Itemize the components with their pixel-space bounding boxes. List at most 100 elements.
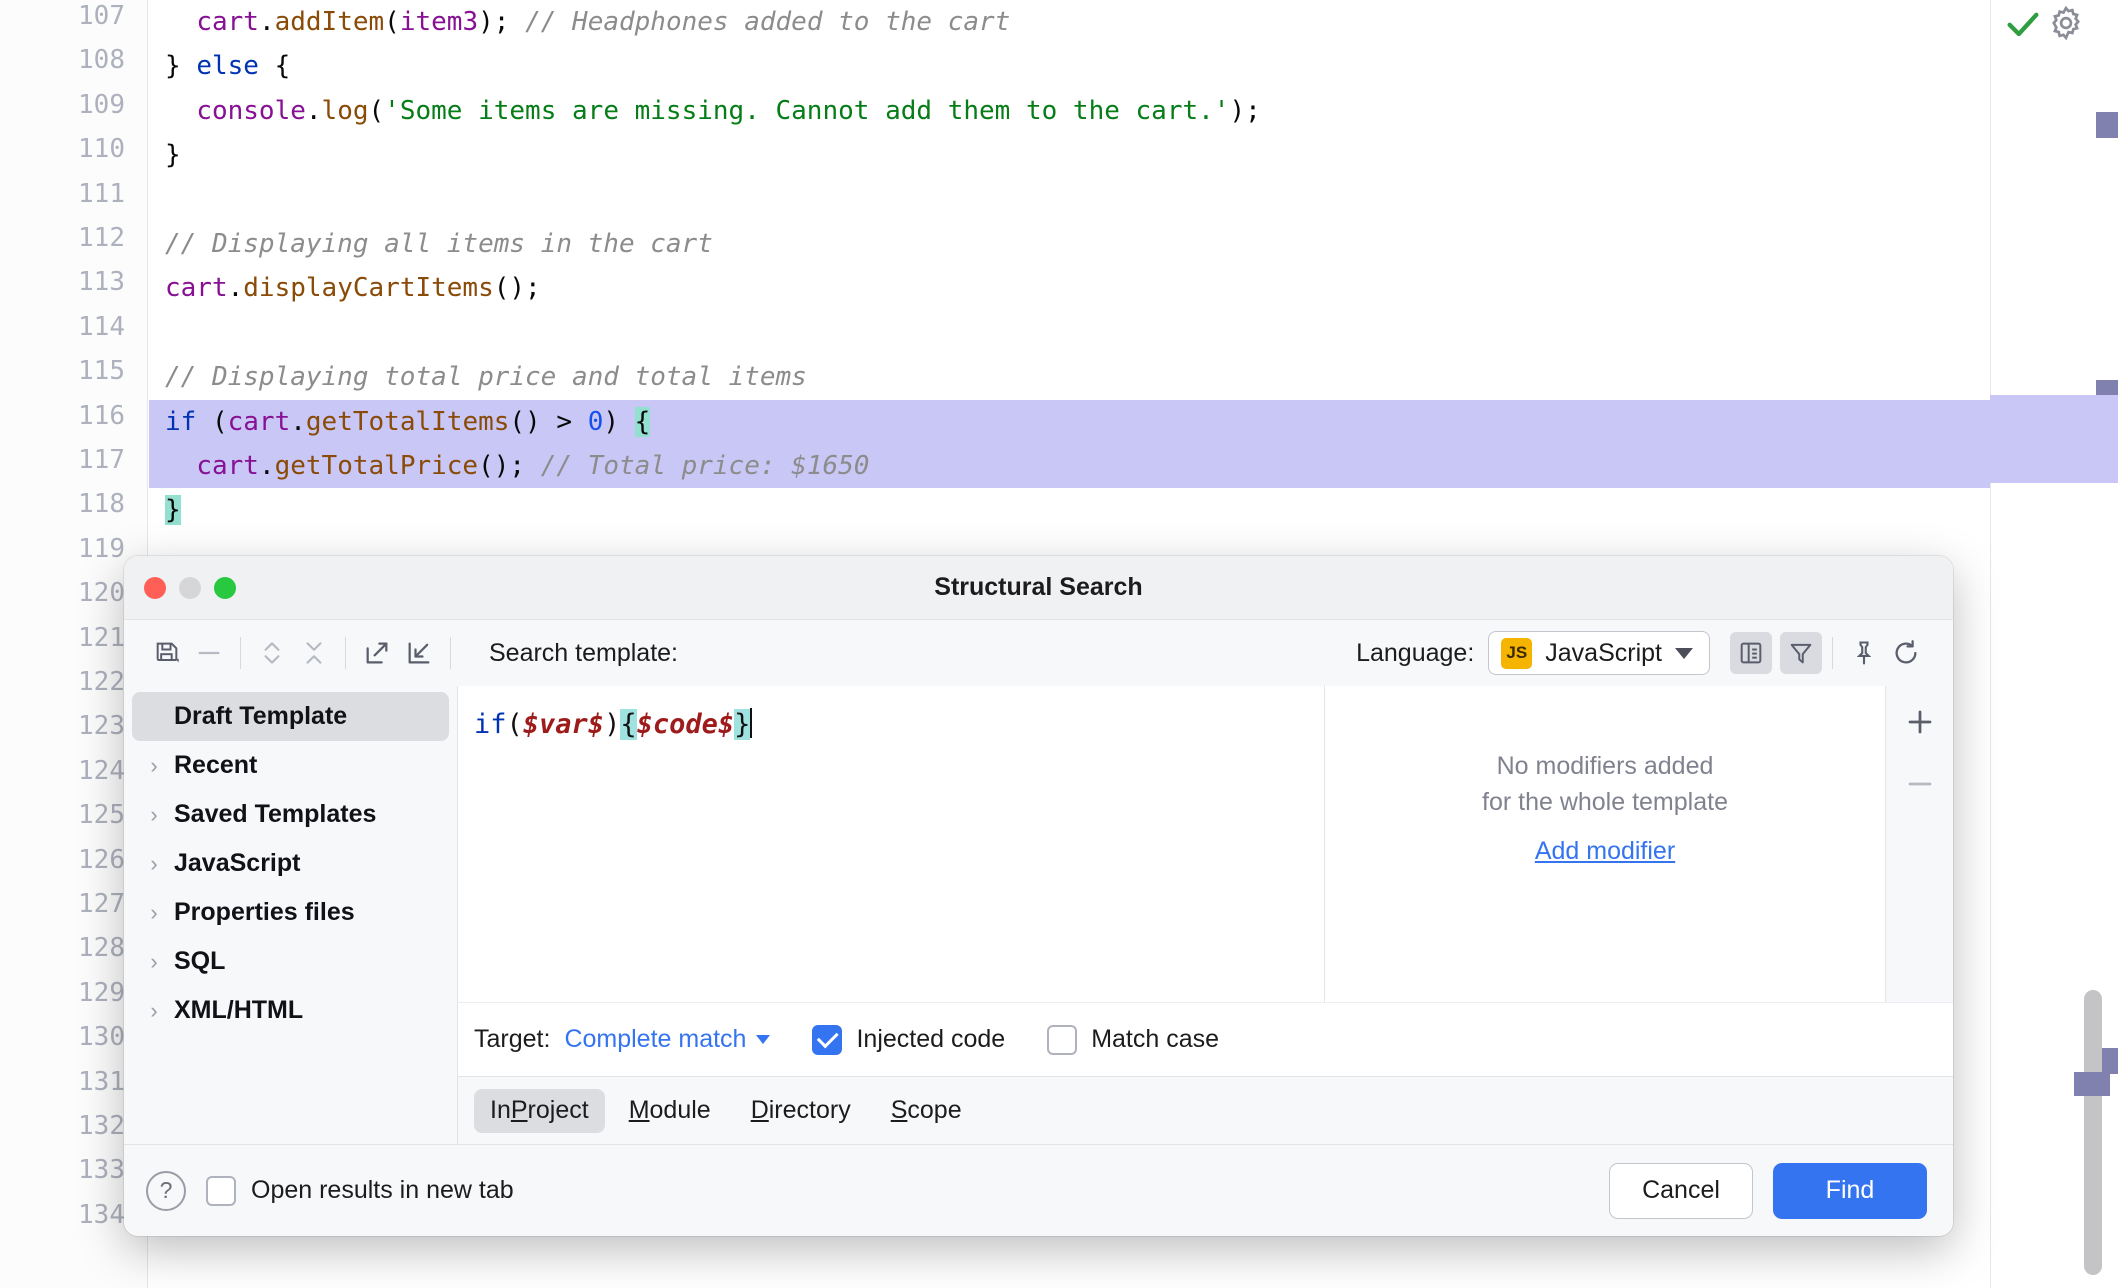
zoom-window-button[interactable] bbox=[214, 577, 236, 599]
editor-marker-gutter[interactable] bbox=[1990, 0, 2118, 1288]
cancel-button[interactable]: Cancel bbox=[1609, 1163, 1753, 1219]
plus-icon[interactable] bbox=[1900, 702, 1940, 742]
code-token: addItem bbox=[275, 7, 385, 37]
export-icon[interactable] bbox=[356, 632, 398, 674]
language-label: Language: bbox=[1356, 639, 1474, 668]
refresh-icon[interactable] bbox=[1885, 632, 1927, 674]
match-case-checkbox[interactable]: Match case bbox=[1047, 1025, 1219, 1055]
tree-item-xml-html[interactable]: ›XML/HTML bbox=[132, 986, 449, 1035]
chevron-right-icon[interactable]: › bbox=[140, 998, 168, 1024]
chevron-right-icon[interactable]: › bbox=[140, 802, 168, 828]
text-caret bbox=[750, 708, 752, 738]
tree-item-recent[interactable]: ›Recent bbox=[132, 741, 449, 790]
gutter-marker[interactable] bbox=[2096, 112, 2118, 138]
modifiers-rail[interactable] bbox=[1885, 686, 1953, 1002]
match-case-label: Match case bbox=[1091, 1025, 1219, 1054]
code-line[interactable]: console.log('Some items are missing. Can… bbox=[149, 89, 2118, 133]
line-number: 123 bbox=[15, 704, 125, 748]
line-number: 120 bbox=[15, 571, 125, 615]
line-number: 107 bbox=[15, 0, 125, 38]
scrollbar-marker[interactable] bbox=[2074, 1072, 2110, 1096]
chevron-down-icon[interactable] bbox=[756, 1035, 770, 1044]
help-icon[interactable]: ? bbox=[146, 1171, 186, 1211]
line-number: 121 bbox=[15, 616, 125, 660]
language-value: JavaScript bbox=[1545, 639, 1662, 668]
dialog-toolbar[interactable]: Search template: Language: JS JavaScript bbox=[124, 620, 1953, 686]
code-token: cart bbox=[165, 273, 228, 303]
template-token: ( bbox=[507, 709, 523, 740]
chevron-down-icon[interactable] bbox=[1675, 648, 1693, 659]
tree-item-javascript[interactable]: ›JavaScript bbox=[132, 839, 449, 888]
code-line[interactable] bbox=[149, 311, 2118, 355]
structural-search-dialog[interactable]: Structural Search Search template: Langu… bbox=[124, 556, 1953, 1236]
chevron-right-icon[interactable]: › bbox=[140, 753, 168, 779]
line-number: 110 bbox=[15, 127, 125, 171]
code-token: . bbox=[259, 7, 275, 37]
gear-icon[interactable] bbox=[2047, 4, 2085, 47]
target-dropdown[interactable]: Complete match bbox=[564, 1025, 770, 1054]
gutter-selection-band bbox=[1990, 395, 2118, 483]
code-token: // Total price: $1650 bbox=[541, 451, 870, 481]
code-line[interactable]: cart.addItem(item3); // Headphones added… bbox=[149, 0, 2118, 44]
minus-icon[interactable] bbox=[1900, 764, 1940, 804]
split-view-icon[interactable] bbox=[1730, 632, 1772, 674]
add-modifier-link[interactable]: Add modifier bbox=[1482, 837, 1728, 866]
open-results-checkbox[interactable]: Open results in new tab bbox=[206, 1176, 514, 1206]
line-number: 111 bbox=[15, 172, 125, 216]
dialog-titlebar[interactable]: Structural Search bbox=[124, 556, 1953, 620]
line-number: 114 bbox=[15, 305, 125, 349]
checkmark-icon[interactable] bbox=[2003, 4, 2043, 49]
collapse-icon[interactable] bbox=[293, 632, 335, 674]
minimize-window-button[interactable] bbox=[179, 577, 201, 599]
import-icon[interactable] bbox=[398, 632, 440, 674]
chevron-right-icon[interactable]: › bbox=[140, 851, 168, 877]
scope-tab-in-project[interactable]: In Project bbox=[474, 1089, 605, 1133]
search-template-input[interactable]: if($var$){$code$} bbox=[458, 686, 1325, 1002]
close-window-button[interactable] bbox=[144, 577, 166, 599]
checkbox-box[interactable] bbox=[1047, 1025, 1077, 1055]
code-line[interactable]: if (cart.getTotalItems() > 0) { bbox=[149, 400, 2118, 444]
checkbox-box[interactable] bbox=[812, 1025, 842, 1055]
tree-item-sql[interactable]: ›SQL bbox=[132, 937, 449, 986]
editor-scrollbar[interactable] bbox=[2084, 990, 2102, 1275]
code-line[interactable]: } bbox=[149, 133, 2118, 177]
tree-item-draft-template[interactable]: ›Draft Template bbox=[132, 692, 449, 741]
chevron-right-icon[interactable]: › bbox=[140, 949, 168, 975]
language-dropdown[interactable]: JS JavaScript bbox=[1488, 631, 1710, 675]
code-token: // Displaying total price and total item… bbox=[165, 362, 807, 392]
save-icon[interactable] bbox=[146, 632, 188, 674]
code-line[interactable]: } else { bbox=[149, 44, 2118, 88]
chevron-right-icon[interactable]: › bbox=[140, 900, 168, 926]
scope-tabs[interactable]: In ProjectModuleDirectoryScope bbox=[458, 1076, 1953, 1144]
code-line[interactable] bbox=[149, 178, 2118, 222]
code-token: } bbox=[165, 51, 196, 81]
scope-tab-module[interactable]: Module bbox=[613, 1089, 727, 1133]
line-number: 133 bbox=[15, 1148, 125, 1192]
tree-item-saved-templates[interactable]: ›Saved Templates bbox=[132, 790, 449, 839]
tree-item-properties-files[interactable]: ›Properties files bbox=[132, 888, 449, 937]
chevron-up-down-icon[interactable] bbox=[251, 632, 293, 674]
code-line[interactable]: // Displaying total price and total item… bbox=[149, 355, 2118, 399]
pin-icon[interactable] bbox=[1843, 632, 1885, 674]
target-row: Target: Complete match Injected code Mat… bbox=[458, 1002, 1953, 1076]
code-token: getTotalPrice bbox=[275, 451, 479, 481]
find-button[interactable]: Find bbox=[1773, 1163, 1927, 1219]
code-line[interactable]: } bbox=[149, 488, 2118, 532]
window-controls[interactable] bbox=[144, 577, 236, 599]
line-number: 129 bbox=[15, 971, 125, 1015]
code-token: ( bbox=[369, 96, 385, 126]
code-line[interactable]: // Displaying all items in the cart bbox=[149, 222, 2118, 266]
minus-icon[interactable] bbox=[188, 632, 230, 674]
code-line[interactable]: cart.getTotalPrice(); // Total price: $1… bbox=[149, 444, 2118, 488]
code-token: getTotalItems bbox=[306, 407, 510, 437]
code-line[interactable]: cart.displayCartItems(); bbox=[149, 266, 2118, 310]
checkbox-box[interactable] bbox=[206, 1176, 236, 1206]
template-tree-panel[interactable]: ›Draft Template›Recent›Saved Templates›J… bbox=[124, 686, 458, 1144]
scope-tab-directory[interactable]: Directory bbox=[735, 1089, 867, 1133]
scope-tab-scope[interactable]: Scope bbox=[875, 1089, 978, 1133]
code-token: { bbox=[635, 407, 651, 437]
filter-icon[interactable] bbox=[1780, 632, 1822, 674]
line-number: 117 bbox=[15, 438, 125, 482]
injected-code-checkbox[interactable]: Injected code bbox=[812, 1025, 1005, 1055]
modifiers-panel[interactable]: No modifiers added for the whole templat… bbox=[1325, 686, 1885, 1002]
